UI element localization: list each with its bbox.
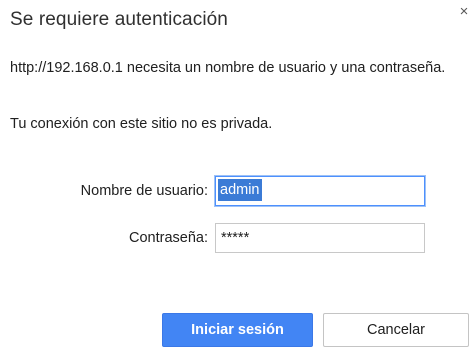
- auth-message: http://192.168.0.1 necesita un nombre de…: [10, 60, 446, 76]
- privacy-note: Tu conexión con este sitio no es privada…: [10, 116, 273, 132]
- password-field[interactable]: [215, 223, 425, 253]
- cancel-button[interactable]: Cancelar: [323, 313, 469, 347]
- username-selected-text: admin: [218, 179, 262, 201]
- login-button[interactable]: Iniciar sesión: [162, 313, 313, 347]
- close-icon[interactable]: ×: [456, 4, 472, 20]
- dialog-title: Se requiere autenticación: [10, 9, 228, 30]
- auth-dialog: Se requiere autenticación × http://192.1…: [0, 0, 474, 354]
- username-label: Nombre de usuario:: [80, 183, 208, 199]
- password-label: Contraseña:: [129, 230, 208, 246]
